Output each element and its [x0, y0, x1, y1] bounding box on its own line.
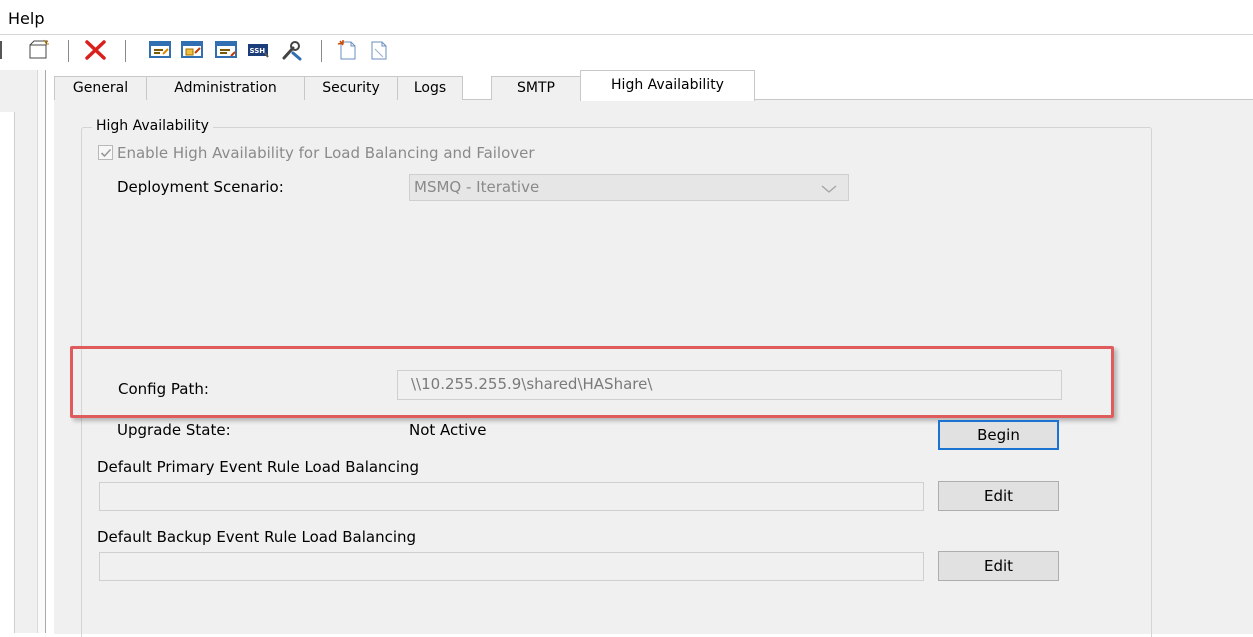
primary-load-balancing-label: Default Primary Event Rule Load Balancin… [97, 458, 420, 476]
enable-ha-checkbox[interactable] [98, 145, 113, 160]
tools-icon[interactable] [280, 39, 304, 61]
chevron-down-icon [820, 180, 838, 199]
checkmark-icon [100, 148, 112, 158]
tab-general[interactable]: General [54, 76, 147, 100]
screen-rule-icon[interactable] [214, 39, 238, 61]
begin-button[interactable]: Begin [938, 420, 1059, 450]
delete-icon[interactable] [84, 39, 108, 61]
toolbar-separator [125, 40, 126, 62]
new-item-icon[interactable] [27, 39, 51, 61]
highlight-box [70, 346, 1114, 418]
screen-fold-icon[interactable] [180, 39, 204, 61]
backup-load-balancing-field[interactable] [99, 552, 924, 581]
toolbar-separator [321, 40, 322, 62]
deployment-scenario-value: MSMQ - Iterative [414, 178, 540, 196]
tab-administration[interactable]: Administration [146, 76, 305, 100]
svg-text:SSH: SSH [250, 47, 266, 55]
enable-ha-label: Enable High Availability for Load Balanc… [117, 144, 535, 162]
tab-high-availability[interactable]: High Availability [580, 70, 755, 101]
toolbar: SSH [0, 35, 1253, 69]
tab-smtp[interactable]: SMTP [491, 76, 581, 100]
tab-logs[interactable]: Logs [397, 76, 463, 100]
document-icon[interactable] [366, 39, 390, 61]
partial-toolbar-icon[interactable] [0, 41, 6, 59]
ssh-icon[interactable]: SSH [246, 39, 270, 61]
group-title: High Availability [92, 118, 213, 134]
toolbar-separator [68, 40, 69, 62]
primary-edit-button[interactable]: Edit [938, 481, 1059, 511]
upgrade-state-value: Not Active [409, 421, 487, 439]
left-pane-list[interactable] [0, 112, 15, 633]
menu-help[interactable]: Help [8, 9, 44, 28]
primary-load-balancing-field[interactable] [99, 482, 924, 511]
backup-edit-button[interactable]: Edit [938, 551, 1059, 581]
tab-security[interactable]: Security [304, 76, 398, 100]
upgrade-state-label: Upgrade State: [117, 421, 231, 439]
deployment-scenario-label: Deployment Scenario: [117, 178, 284, 196]
tab-strip: General Administration Security Logs SMT… [46, 70, 1253, 101]
backup-load-balancing-label: Default Backup Event Rule Load Balancing [97, 528, 417, 546]
screen-edit-icon[interactable] [148, 39, 172, 61]
new-document-icon[interactable] [335, 39, 359, 61]
menu-bar: Help [0, 0, 1253, 35]
pane-splitter[interactable] [37, 70, 46, 633]
